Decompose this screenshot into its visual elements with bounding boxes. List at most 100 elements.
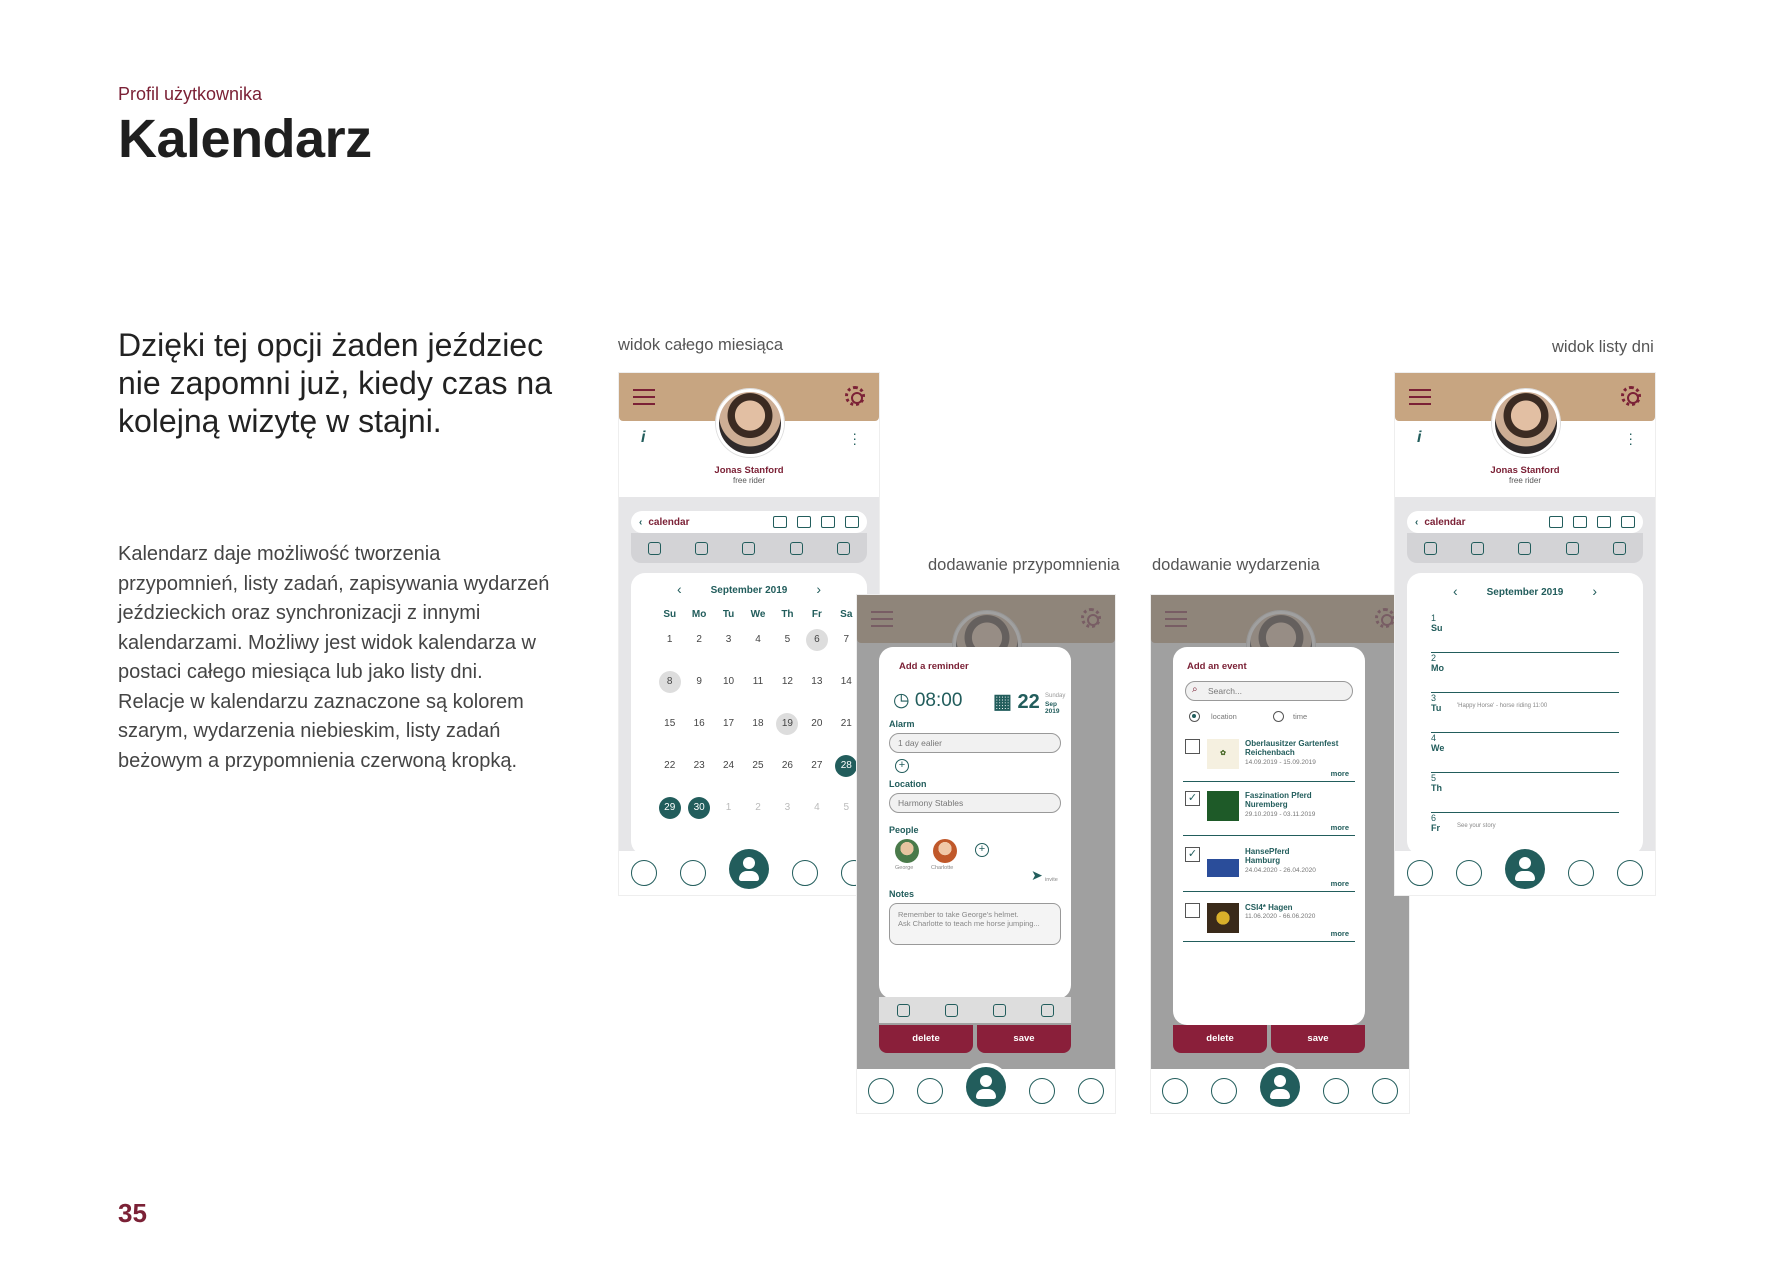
trash-icon[interactable] (1612, 541, 1626, 555)
day-cell[interactable]: 20 (802, 713, 831, 755)
info-icon[interactable]: i (1417, 429, 1421, 447)
event-checkbox[interactable]: ✓ (1185, 847, 1200, 862)
book-icon[interactable] (868, 1078, 895, 1104)
image-icon[interactable] (944, 1003, 958, 1017)
day-row[interactable]: 6 Fr See your story (1431, 813, 1619, 853)
profile-icon[interactable] (965, 1067, 1006, 1107)
notes-textarea[interactable]: Remember to take George's helmet. Ask Ch… (889, 903, 1061, 945)
alarm-icon[interactable] (742, 541, 756, 555)
info-icon[interactable]: i (641, 429, 645, 447)
checklist-icon[interactable] (695, 541, 709, 555)
day-cell[interactable]: 25 (743, 755, 772, 797)
day-row[interactable]: 4 We (1431, 733, 1619, 773)
day-row[interactable]: 5 Th (1431, 773, 1619, 813)
add-alarm-icon[interactable]: + (895, 759, 909, 773)
tag-icon[interactable] (917, 1078, 944, 1104)
day-cell[interactable]: 24 (714, 755, 743, 797)
day-cell[interactable]: 8 (655, 671, 684, 713)
day-cell[interactable]: 2 (684, 629, 713, 671)
chat-icon[interactable] (1371, 1078, 1398, 1104)
tag-icon[interactable] (679, 860, 706, 886)
chat-icon[interactable] (1617, 860, 1644, 886)
day-cell[interactable]: 4 (743, 629, 772, 671)
day-cell[interactable]: 10 (714, 671, 743, 713)
day-cell[interactable]: 23 (684, 755, 713, 797)
day-cell[interactable]: 16 (684, 713, 713, 755)
day-cell[interactable]: 3 (773, 797, 802, 839)
save-button[interactable]: save (977, 1025, 1071, 1053)
tag-icon[interactable] (1455, 860, 1482, 886)
event-checkbox[interactable] (1185, 903, 1200, 918)
day-cell[interactable]: 3 (714, 629, 743, 671)
more-vertical-icon[interactable]: · · · (852, 426, 857, 450)
event-checkbox[interactable] (1185, 739, 1200, 754)
gear-icon[interactable] (1621, 386, 1641, 406)
chat-icon[interactable] (1077, 1078, 1104, 1104)
day-cell[interactable]: 5 (773, 629, 802, 671)
calendar-icon[interactable] (773, 516, 787, 528)
next-month-icon[interactable]: › (1592, 583, 1597, 599)
location-pin-icon[interactable] (992, 1003, 1006, 1017)
day-cell[interactable]: 1 (714, 797, 743, 839)
more-link[interactable]: more (1331, 823, 1349, 832)
profile-icon[interactable] (1259, 1067, 1300, 1107)
day-cell[interactable]: 1 (655, 629, 684, 671)
list-icon[interactable] (1573, 516, 1587, 528)
megaphone-icon[interactable] (1568, 860, 1595, 886)
next-month-icon[interactable]: › (816, 581, 821, 597)
checklist-icon[interactable] (1471, 541, 1485, 555)
day-cell[interactable]: 17 (714, 713, 743, 755)
person-avatar[interactable] (933, 839, 957, 863)
book-icon[interactable] (630, 860, 657, 886)
gear-icon[interactable] (845, 386, 865, 406)
book-icon[interactable] (1162, 1078, 1189, 1104)
download-icon[interactable] (821, 516, 835, 528)
location-radio[interactable] (1189, 711, 1200, 722)
person-icon[interactable] (1040, 1003, 1054, 1017)
download-icon[interactable] (1597, 516, 1611, 528)
menu-icon[interactable] (633, 389, 655, 405)
day-cell[interactable]: 29 (655, 797, 684, 839)
comment-icon[interactable] (896, 1003, 910, 1017)
calendar-icon[interactable] (1549, 516, 1563, 528)
day-row[interactable]: 3 Tu 'Happy Horse' - horse riding 11:00 (1431, 693, 1619, 733)
day-cell[interactable]: 12 (773, 671, 802, 713)
day-cell[interactable]: 13 (802, 671, 831, 713)
more-vertical-icon[interactable]: · · · (1628, 426, 1633, 450)
event-checkbox[interactable]: ✓ (1185, 791, 1200, 806)
day-row[interactable]: 1 Su (1431, 613, 1619, 653)
list-icon[interactable] (797, 516, 811, 528)
profile-icon[interactable] (728, 849, 769, 889)
delete-button[interactable]: delete (1173, 1025, 1267, 1053)
day-cell[interactable]: 18 (743, 713, 772, 755)
search-input[interactable]: ⌕ Search... (1185, 681, 1353, 701)
alarm-select[interactable]: 1 day ealier (889, 733, 1061, 753)
megaphone-icon[interactable] (1028, 1078, 1055, 1104)
more-link[interactable]: more (1331, 879, 1349, 888)
date-display[interactable]: ▦ 22 (993, 689, 1040, 714)
person-avatar[interactable] (895, 839, 919, 863)
more-link[interactable]: more (1331, 769, 1349, 778)
time-display[interactable]: ◷ 08:00 (893, 689, 962, 712)
megaphone-icon[interactable] (648, 541, 662, 555)
save-button[interactable]: save (1271, 1025, 1365, 1053)
day-cell[interactable]: 6 (802, 629, 831, 671)
location-input[interactable]: Harmony Stables (889, 793, 1061, 813)
day-cell[interactable]: 26 (773, 755, 802, 797)
day-row[interactable]: 2 Mo (1431, 653, 1619, 693)
more-link[interactable]: more (1331, 929, 1349, 938)
megaphone-icon[interactable] (1424, 541, 1438, 555)
delete-button[interactable]: delete (879, 1025, 973, 1053)
day-cell[interactable]: 22 (655, 755, 684, 797)
share-icon[interactable] (1621, 516, 1635, 528)
day-cell[interactable]: 27 (802, 755, 831, 797)
tag-icon[interactable] (1211, 1078, 1238, 1104)
avatar[interactable] (716, 389, 784, 457)
day-cell[interactable]: 4 (802, 797, 831, 839)
menu-icon[interactable] (1409, 389, 1431, 405)
add-person-icon[interactable]: + (975, 843, 989, 857)
day-cell[interactable]: 11 (743, 671, 772, 713)
day-cell[interactable]: 30 (684, 797, 713, 839)
day-cell[interactable]: 19 (773, 713, 802, 755)
send-icon[interactable]: ➤ (1031, 867, 1043, 884)
